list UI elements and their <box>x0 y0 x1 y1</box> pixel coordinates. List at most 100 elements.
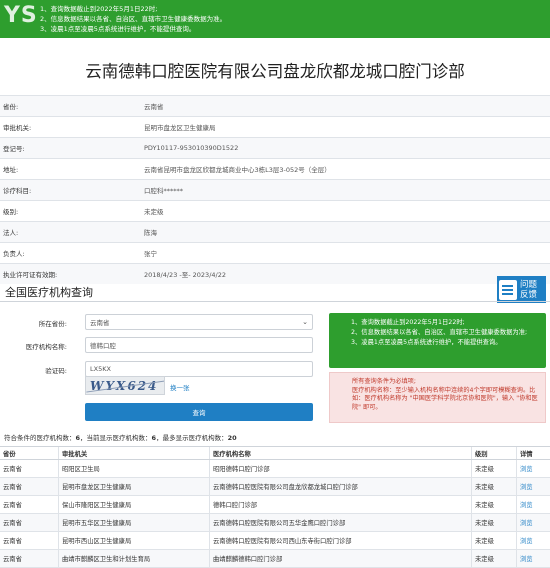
table-row: 云南省 昆明市五华区卫生健康局 云南德韩口腔医院有限公司五华金鹰口腔门诊部 未定… <box>0 514 550 532</box>
cell-authority: 昭阳区卫生局 <box>58 460 209 477</box>
province-select[interactable]: 云南省 ⌄ <box>85 314 313 330</box>
province-label: 所在省份: <box>38 320 67 328</box>
detail-value: 2018/4/23 -至- 2023/4/22 <box>144 271 226 279</box>
cell-province: 云南省 <box>3 502 22 509</box>
detail-row-level: 级别: 未定级 <box>0 200 550 221</box>
detail-key: 审批机关: <box>3 124 32 132</box>
feedback-document-icon <box>499 279 517 300</box>
column-header-level: 级别 <box>471 447 516 459</box>
detail-view-link[interactable]: 浏览 <box>516 514 550 531</box>
detail-view-link[interactable]: 浏览 <box>516 532 550 549</box>
cell-level: 未定级 <box>471 514 516 531</box>
cell-level: 未定级 <box>471 496 516 513</box>
query-button[interactable]: 查询 <box>85 403 313 421</box>
feedback-button[interactable]: 问题反馈 <box>497 276 546 303</box>
detail-value: 昆明市盘龙区卫生健康局 <box>144 124 216 132</box>
detail-key: 登记号: <box>3 145 25 153</box>
column-header-authority: 审批机关 <box>58 447 209 459</box>
cell-province: 云南省 <box>3 484 22 491</box>
cell-province: 云南省 <box>3 520 22 527</box>
site-logo[interactable]: YS <box>4 3 38 28</box>
notice-list: 1、查询数据截止到2022年5月1日22时; 2、信息数据结果以各省、自治区、直… <box>40 4 226 34</box>
cell-org-name: 曲靖麒麟德韩口腔门诊部 <box>209 550 471 567</box>
info-notice-line: 3、凌晨1点至凌晨5点系统进行维护，不能提供查询。 <box>351 339 502 346</box>
detail-view-link[interactable]: 浏览 <box>516 478 550 495</box>
detail-key: 诊疗科目: <box>3 187 32 195</box>
detail-row-manager: 负责人: 张宁 <box>0 242 550 263</box>
notice-line: 3、凌晨1点至凌晨5点系统进行维护，不能提供查询。 <box>40 25 196 33</box>
cell-level: 未定级 <box>471 550 516 567</box>
column-header-detail: 详情 <box>516 447 550 459</box>
detail-value: PDY10117-953010390D1522 <box>144 144 239 152</box>
section-divider <box>0 301 550 302</box>
cell-province: 云南省 <box>3 556 22 563</box>
detail-row-subjects: 诊疗科目: 口腔科****** <box>0 179 550 200</box>
detail-view-link[interactable]: 浏览 <box>516 496 550 513</box>
info-notice-line: 2、信息数据结果以各省、自治区、直辖市卫生健康委数据为准; <box>351 329 528 336</box>
detail-key: 省份: <box>3 103 19 111</box>
detail-view-link[interactable]: 浏览 <box>516 550 550 567</box>
detail-key: 法人: <box>3 229 19 237</box>
cell-authority: 保山市隆阳区卫生健康局 <box>58 496 209 513</box>
detail-value: 陈海 <box>144 229 157 237</box>
captcha-input[interactable]: LX5KX <box>85 361 313 377</box>
info-notice-box: 1、查询数据截止到2022年5月1日22时; 2、信息数据结果以各省、自治区、直… <box>329 313 546 368</box>
detail-row-province: 省份: 云南省 <box>0 95 550 116</box>
org-title: 云南德韩口腔医院有限公司盘龙欣都龙城口腔门诊部 <box>85 62 465 81</box>
table-row: 云南省 昭阳区卫生局 昭阳德韩口腔门诊部 未定级 浏览 <box>0 460 550 478</box>
cell-level: 未定级 <box>471 532 516 549</box>
captcha-label: 验证码: <box>45 367 67 375</box>
org-name-input[interactable]: 德韩口腔 <box>85 337 313 353</box>
table-row: 云南省 曲靖市麒麟区卫生和计划生育局 曲靖麒麟德韩口腔门诊部 未定级 浏览 <box>0 550 550 568</box>
cell-authority: 昆明市盘龙区卫生健康局 <box>58 478 209 495</box>
cell-org-name: 云南德韩口腔医院有限公司五华金鹰口腔门诊部 <box>209 514 471 531</box>
province-select-value: 云南省 <box>90 319 110 327</box>
detail-key: 地址: <box>3 166 19 174</box>
query-rules-box: 所有查询条件为必填项; 医疗机构名称：至少输入机构名称中连续的4个字即可模糊查询… <box>329 372 546 423</box>
query-rule-line: 所有查询条件为必填项; <box>352 378 416 385</box>
cell-level: 未定级 <box>471 460 516 477</box>
query-section-title: 全国医疗机构查询 <box>5 286 93 299</box>
query-rule-line: 医疗机构名称：至少输入机构名称中连续的4个字即可模糊查询。比如：医疗机构名称为 … <box>352 386 538 411</box>
detail-row-registration: 登记号: PDY10117-953010390D1522 <box>0 137 550 158</box>
table-row: 云南省 保山市隆阳区卫生健康局 德韩口腔门诊部 未定级 浏览 <box>0 496 550 514</box>
detail-key: 负责人: <box>3 250 25 258</box>
captcha-input-value: LX5KX <box>90 365 111 373</box>
captcha-refresh-link[interactable]: 换一张 <box>170 382 190 392</box>
summary-max-label: ，最多显示医疗机构数： <box>156 434 228 442</box>
column-header-org-name: 医疗机构名称 <box>209 447 471 459</box>
cell-authority: 昆明市西山区卫生健康局 <box>58 532 209 549</box>
detail-key: 执业许可证有效期: <box>3 271 58 279</box>
summary-max: 20 <box>227 434 237 442</box>
captcha-image[interactable]: WYX624 <box>85 376 165 395</box>
detail-view-link[interactable]: 浏览 <box>516 460 550 477</box>
cell-level: 未定级 <box>471 478 516 495</box>
cell-org-name: 昭阳德韩口腔门诊部 <box>209 460 471 477</box>
cell-province: 云南省 <box>3 538 22 545</box>
detail-row-address: 地址: 云南省昆明市盘龙区欣都龙城商业中心3栋L3层3-052号（全层） <box>0 158 550 179</box>
cell-authority: 曲靖市麒麟区卫生和计划生育局 <box>58 550 209 567</box>
detail-value: 云南省 <box>144 103 164 111</box>
cell-org-name: 云南德韩口腔医院有限公司西山东寺街口腔门诊部 <box>209 532 471 549</box>
summary-current-label: ，当前显示医疗机构数： <box>80 434 152 442</box>
top-notice-banner: YS 1、查询数据截止到2022年5月1日22时; 2、信息数据结果以各省、自治… <box>0 0 550 38</box>
cell-authority: 昆明市五华区卫生健康局 <box>58 514 209 531</box>
notice-line: 1、查询数据截止到2022年5月1日22时; <box>40 5 158 13</box>
detail-row-authority: 审批机关: 昆明市盘龙区卫生健康局 <box>0 116 550 137</box>
notice-line: 2、信息数据结果以各省、自治区、直辖市卫生健康委数据为准。 <box>40 15 227 23</box>
detail-value: 口腔科****** <box>144 187 183 195</box>
info-notice-line: 1、查询数据截止到2022年5月1日22时; <box>351 319 465 326</box>
cell-org-name: 云南德韩口腔医院有限公司盘龙欣都龙城口腔门诊部 <box>209 478 471 495</box>
detail-value: 云南省昆明市盘龙区欣都龙城商业中心3栋L3层3-052号（全层） <box>144 166 331 174</box>
detail-key: 级别: <box>3 208 19 216</box>
chevron-down-icon: ⌄ <box>302 318 308 326</box>
detail-value: 未定级 <box>144 208 164 216</box>
detail-value: 张宁 <box>144 250 157 258</box>
table-row: 云南省 昆明市盘龙区卫生健康局 云南德韩口腔医院有限公司盘龙欣都龙城口腔门诊部 … <box>0 478 550 496</box>
feedback-label: 问题反馈 <box>520 279 538 300</box>
org-name-label: 医疗机构名称: <box>25 343 67 351</box>
summary-total-label: 符合条件的医疗机构数： <box>4 434 76 442</box>
detail-row-legal-person: 法人: 陈海 <box>0 221 550 242</box>
detail-row-license-validity: 执业许可证有效期: 2018/4/23 -至- 2023/4/22 <box>0 263 550 284</box>
column-header-province: 省份 <box>3 450 16 458</box>
